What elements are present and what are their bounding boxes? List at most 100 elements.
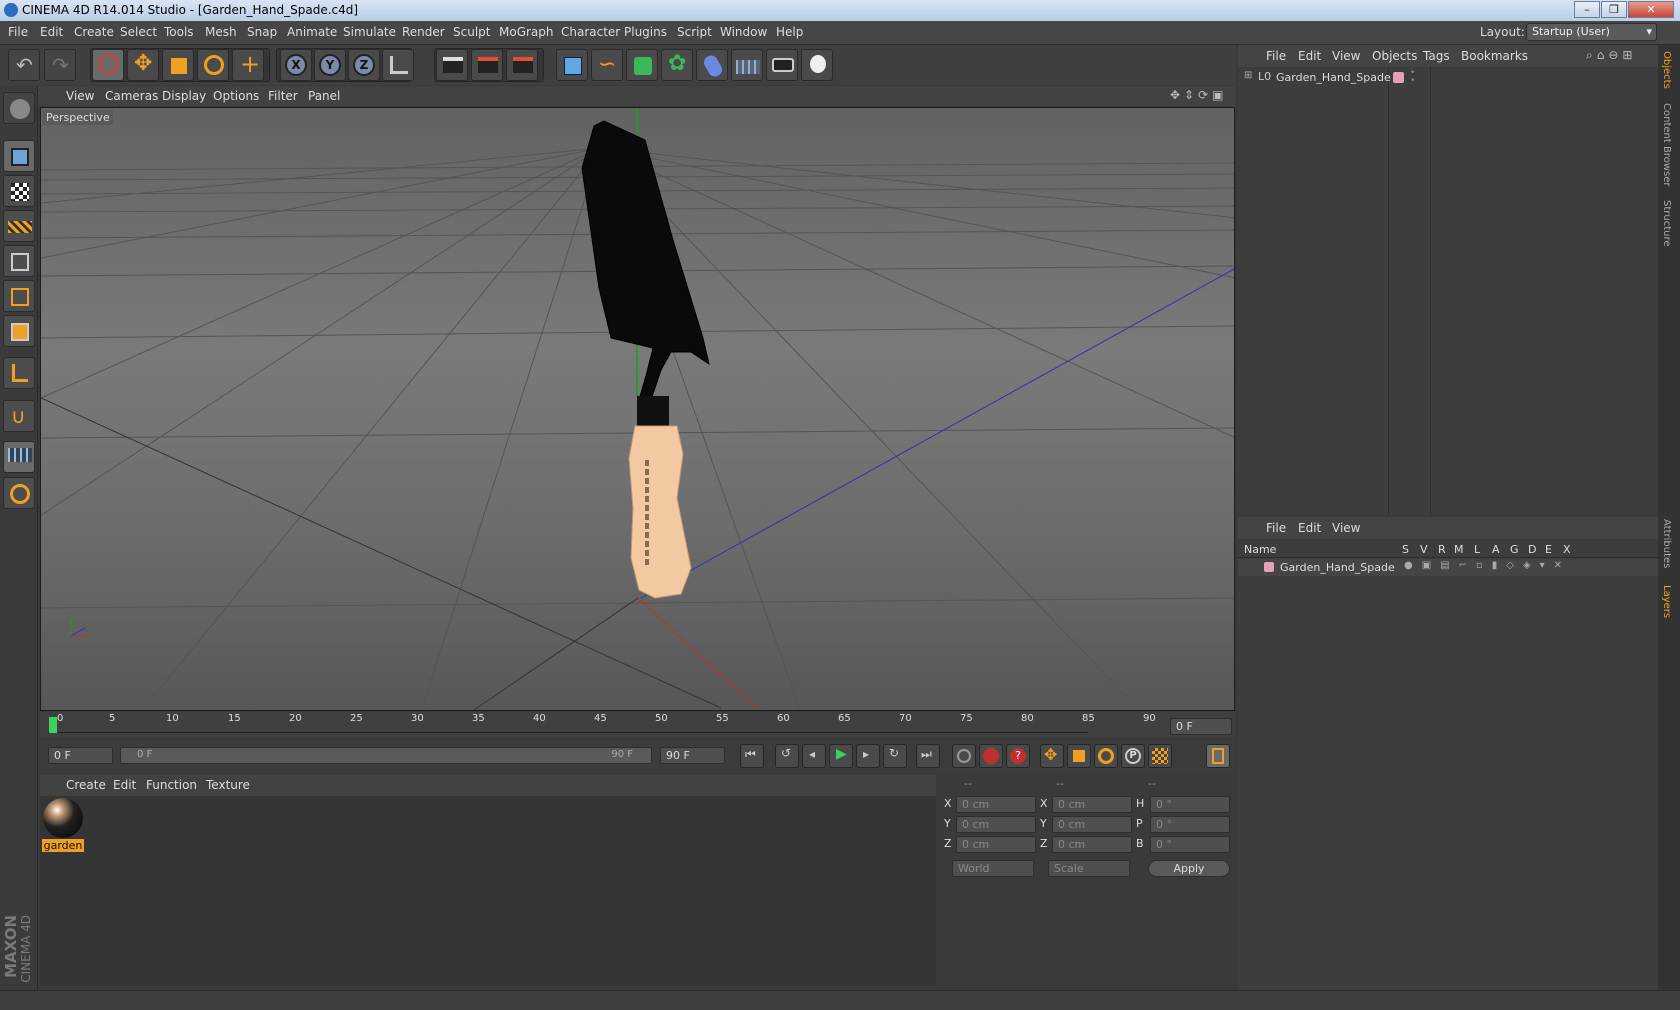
tab-objects[interactable]: Objects	[1661, 51, 1672, 89]
object-row[interactable]: ⊞ L0 Garden_Hand_Spade • •	[1238, 69, 1658, 87]
redo-button[interactable]: ↷	[44, 49, 76, 81]
layer-col-x[interactable]: X	[1563, 543, 1571, 556]
menu-sculpt[interactable]: Sculpt	[453, 25, 490, 39]
coordinate-system-button[interactable]	[382, 49, 414, 81]
rot-b-field[interactable]: 0 °	[1150, 836, 1230, 853]
model-mode-button[interactable]	[3, 140, 35, 172]
viewport-menu-display[interactable]: Display	[162, 89, 206, 103]
material-menu-texture[interactable]: Texture	[206, 778, 250, 792]
menu-select[interactable]: Select	[120, 25, 157, 39]
texture-mode-button[interactable]	[3, 175, 35, 207]
playhead[interactable]	[49, 717, 57, 733]
menu-edit[interactable]: Edit	[40, 25, 63, 39]
solo-button[interactable]	[3, 477, 35, 509]
scale-select[interactable]: Scale	[1048, 860, 1130, 877]
obj-menu-bookmarks[interactable]: Bookmarks	[1461, 49, 1528, 63]
make-editable-button[interactable]	[3, 92, 35, 124]
current-frame-field[interactable]: 0 F	[1170, 718, 1232, 735]
layer-color-swatch[interactable]	[1393, 72, 1404, 83]
menu-snap[interactable]: Snap	[247, 25, 277, 39]
pos-x-field[interactable]: 0 cm	[956, 796, 1036, 813]
layer-col-s[interactable]: S	[1402, 543, 1409, 556]
tab-content-browser[interactable]: Content Browser	[1661, 103, 1672, 186]
menu-tools[interactable]: Tools	[164, 25, 194, 39]
material-item[interactable]: garden	[42, 798, 84, 853]
scale-tool-button[interactable]	[162, 49, 194, 81]
minimize-button[interactable]: –	[1574, 1, 1600, 18]
deformer-button[interactable]	[696, 49, 728, 81]
size-x-field[interactable]: 0 cm	[1052, 796, 1132, 813]
layer-menu-view[interactable]: View	[1332, 521, 1360, 535]
key-rotation-button[interactable]	[1094, 744, 1118, 768]
layer-col-d[interactable]: D	[1528, 543, 1536, 556]
apply-button[interactable]: Apply	[1148, 860, 1230, 877]
frame-range-slider[interactable]: 0 F 90 F	[120, 747, 652, 764]
material-menu-edit[interactable]: Edit	[113, 778, 136, 792]
layer-color-icon[interactable]	[1264, 562, 1274, 572]
size-z-field[interactable]: 0 cm	[1052, 836, 1132, 853]
layer-col-m[interactable]: M	[1454, 543, 1464, 556]
key-position-button[interactable]: ✥	[1040, 744, 1064, 768]
polygons-mode-button[interactable]	[3, 315, 35, 347]
timeline-window-button[interactable]	[1206, 744, 1230, 768]
end-frame-field[interactable]: 90 F	[660, 747, 725, 764]
maximize-button[interactable]: ❐	[1601, 1, 1627, 18]
expand-icon[interactable]: ⊞	[1244, 70, 1252, 81]
workplane-lock-button[interactable]	[3, 441, 35, 473]
light-button[interactable]	[801, 49, 833, 81]
layer-toggle-icons[interactable]: ●▣▤⌐▫▮◇◈▾✕	[1404, 560, 1571, 571]
obj-menu-file[interactable]: File	[1266, 49, 1286, 63]
layer-col-e[interactable]: E	[1545, 543, 1552, 556]
menu-help[interactable]: Help	[776, 25, 803, 39]
viewport-menu-options[interactable]: Options	[213, 89, 259, 103]
viewport-menu-panel[interactable]: Panel	[308, 89, 340, 103]
layer-menu-file[interactable]: File	[1266, 521, 1286, 535]
obj-menu-edit[interactable]: Edit	[1298, 49, 1321, 63]
recent-tool-button[interactable]: +	[232, 49, 264, 81]
tab-structure[interactable]: Structure	[1661, 200, 1672, 247]
prev-keyframe-button[interactable]: ↺	[775, 744, 799, 768]
material-menu-create[interactable]: Create	[66, 778, 106, 792]
key-scale-button[interactable]	[1067, 744, 1091, 768]
pos-z-field[interactable]: 0 cm	[956, 836, 1036, 853]
layer-col-a[interactable]: A	[1492, 543, 1500, 556]
layer-col-g[interactable]: G	[1510, 543, 1519, 556]
rotate-tool-button[interactable]	[197, 49, 229, 81]
x-axis-lock-button[interactable]: X	[280, 49, 312, 81]
snap-button[interactable]: ∪	[3, 400, 35, 432]
layer-col-l[interactable]: L	[1474, 543, 1480, 556]
points-mode-button[interactable]	[3, 245, 35, 277]
layer-col-r[interactable]: R	[1438, 543, 1446, 556]
record-keys-button[interactable]	[952, 744, 976, 768]
layer-row[interactable]: Garden_Hand_Spade ●▣▤⌐▫▮◇◈▾✕	[1238, 559, 1658, 576]
undo-button[interactable]: ↶	[8, 49, 40, 81]
rot-h-field[interactable]: 0 °	[1150, 796, 1230, 813]
close-button[interactable]: ✕	[1628, 1, 1674, 18]
axis-mode-button[interactable]	[3, 357, 35, 389]
next-keyframe-button[interactable]: ↻	[883, 744, 907, 768]
autokey-button[interactable]	[979, 744, 1003, 768]
play-button[interactable]: ▶	[829, 744, 853, 768]
obj-menu-view[interactable]: View	[1332, 49, 1360, 63]
z-axis-lock-button[interactable]: Z	[348, 49, 380, 81]
rot-p-field[interactable]: 0 °	[1150, 816, 1230, 833]
obj-menu-objects[interactable]: Objects	[1372, 49, 1417, 63]
menu-mograph[interactable]: MoGraph	[499, 25, 554, 39]
pos-y-field[interactable]: 0 cm	[956, 816, 1036, 833]
menu-animate[interactable]: Animate	[287, 25, 337, 39]
menu-mesh[interactable]: Mesh	[205, 25, 237, 39]
layer-name[interactable]: Garden_Hand_Spade	[1280, 561, 1395, 574]
menu-render[interactable]: Render	[402, 25, 445, 39]
menu-character[interactable]: Character	[561, 25, 620, 39]
world-select[interactable]: World	[952, 860, 1034, 877]
timeline-ruler[interactable]: 0 5 10 15 20 25 30 35 40 45 50 55 60 65 …	[40, 712, 1235, 737]
camera-button[interactable]	[766, 49, 798, 81]
size-y-field[interactable]: 0 cm	[1052, 816, 1132, 833]
tab-layers[interactable]: Layers	[1661, 585, 1672, 618]
key-pla-button[interactable]	[1148, 744, 1172, 768]
object-name[interactable]: Garden_Hand_Spade	[1276, 71, 1391, 84]
visibility-dots-icon[interactable]: • •	[1410, 69, 1415, 86]
menu-file[interactable]: File	[8, 25, 28, 39]
prev-frame-button[interactable]: ◂	[802, 744, 826, 768]
render-picture-viewer-button[interactable]	[471, 49, 503, 81]
